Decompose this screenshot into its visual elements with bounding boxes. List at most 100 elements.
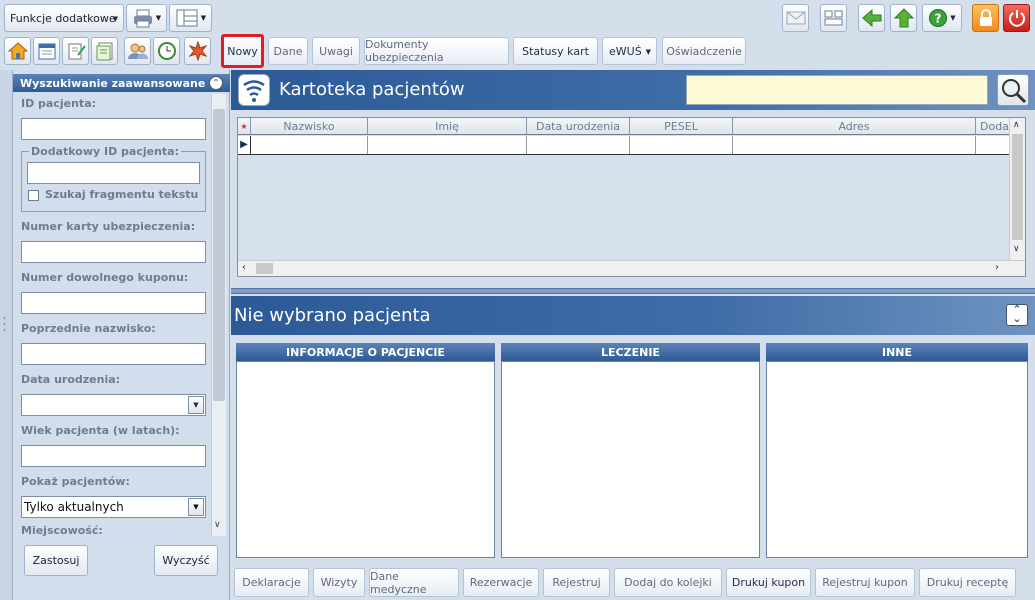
show-patients-value: Tylko aktualnych [24, 500, 124, 514]
dodaj-do-kolejki-button[interactable]: Dodaj do kolejki [614, 568, 722, 597]
collapse-up-icon[interactable]: ⌃ [209, 76, 223, 90]
section-info-body [236, 361, 495, 558]
calendar-button[interactable] [33, 37, 60, 65]
birth-date-select[interactable]: ▼ [21, 394, 206, 416]
col-imie[interactable]: Imię [368, 118, 527, 134]
expand-collapse-icon[interactable]: ⌃ ⌄ [1006, 304, 1028, 326]
tab-dokumenty-ubezpieczenia[interactable]: Dokumenty ubezpieczenia [364, 37, 509, 65]
coupon-input[interactable] [21, 292, 206, 314]
chevron-down-icon: ▼ [200, 14, 207, 22]
clock-refresh-icon [157, 42, 176, 60]
back-button[interactable] [858, 4, 885, 32]
star-button[interactable] [184, 37, 211, 65]
help-dropdown[interactable]: ? ▼ [922, 4, 962, 32]
tab-statusy-kart[interactable]: Statusy kart [513, 37, 598, 65]
layout-dropdown[interactable]: ▼ [169, 4, 212, 32]
power-button[interactable] [1003, 4, 1030, 32]
tab-ewus[interactable]: eWUŚ ▼ [602, 37, 657, 65]
rejestruj-button[interactable]: Rejestruj [543, 568, 610, 597]
up-button[interactable] [890, 4, 917, 32]
keyboard-button[interactable] [820, 4, 847, 32]
show-patients-select[interactable]: Tylko aktualnych ▼ [21, 496, 206, 518]
patients-grid: ★ Nazwisko Imię Data urodzenia PESEL Adr… [237, 117, 1026, 277]
report-icon [96, 42, 112, 61]
mail-button[interactable] [782, 4, 809, 32]
patient-id-input[interactable] [21, 118, 206, 140]
extra-id-input[interactable] [27, 162, 200, 184]
grid-vertical-scrollbar[interactable]: ∧ ∨ [1009, 118, 1025, 260]
search-scrollbar[interactable]: ∨ [211, 94, 226, 536]
documents-button[interactable] [62, 37, 89, 65]
collapse-strip[interactable]: ‹ ‹ ‹ [0, 70, 13, 600]
col-data-urodzenia[interactable]: Data urodzenia [527, 118, 630, 134]
grid-horizontal-scrollbar[interactable]: ‹ › [238, 260, 1025, 276]
coupon-label: Numer dowolnego kuponu: [21, 271, 189, 284]
col-pesel[interactable]: PESEL [630, 118, 733, 134]
rejestruj-kupon-button[interactable]: Rejestruj kupon [815, 568, 915, 597]
fragment-checkbox[interactable] [28, 190, 39, 201]
functions-label: Funkcje dodatkowe [10, 11, 116, 25]
drukuj-kupon-button[interactable]: Drukuj kupon [726, 568, 811, 597]
birth-date-label: Data urodzenia: [21, 373, 121, 386]
previous-name-input[interactable] [21, 343, 206, 365]
calendar-icon [38, 43, 55, 60]
clock-button[interactable] [153, 37, 180, 65]
drukuj-recepte-button[interactable]: Drukuj receptę [919, 568, 1016, 597]
tab-uwagi[interactable]: Uwagi [312, 37, 360, 65]
print-dropdown[interactable]: ▼ [126, 4, 167, 32]
age-input[interactable] [21, 445, 206, 467]
grid-scrollbar-thumb[interactable] [1012, 134, 1023, 240]
functions-dropdown[interactable]: Funkcje dodatkowe ▼ [4, 4, 124, 32]
search-panel-header: Wyszukiwanie zaawansowane ⌃ [13, 74, 230, 92]
scroll-down-icon[interactable]: ∨ [214, 520, 221, 530]
lock-icon [979, 9, 992, 26]
scrollbar-thumb[interactable] [213, 109, 225, 401]
col-dodatkowy[interactable]: Doda [976, 118, 1009, 134]
patients-button[interactable] [124, 37, 151, 65]
section-treatment-header: LECZENIE [501, 343, 760, 361]
reports-button[interactable] [91, 37, 118, 65]
card-index-header: Kartoteka pacjentów [231, 70, 1035, 110]
scroll-right-icon[interactable]: › [995, 262, 999, 273]
age-label: Wiek pacjenta (w latach): [21, 424, 180, 437]
scroll-left-icon[interactable]: ‹ [242, 262, 246, 273]
tab-ewus-label: eWUŚ [609, 44, 642, 58]
patient-search-input[interactable] [686, 75, 988, 105]
wizyty-button[interactable]: Wizyty [313, 568, 365, 597]
splitter[interactable] [231, 288, 1035, 294]
tab-oswiadczenie[interactable]: Oświadczenie [662, 37, 746, 65]
col-adres[interactable]: Adres [733, 118, 976, 134]
printer-icon [133, 9, 152, 28]
scroll-up-icon[interactable]: ∧ [1013, 120, 1020, 130]
svg-text:?: ? [935, 12, 942, 26]
fragment-label: Szukaj fragmentu tekstu [45, 188, 199, 201]
section-treatment-body [501, 361, 760, 558]
apply-button[interactable]: Zastosuj [24, 545, 88, 576]
deklaracje-button[interactable]: Deklaracje [234, 568, 309, 597]
grid-row-new[interactable]: ▶ [238, 136, 1009, 155]
rezerwacje-button[interactable]: Rezerwacje [463, 568, 539, 597]
card-number-input[interactable] [21, 241, 206, 263]
scroll-down-icon[interactable]: ∨ [1013, 244, 1020, 254]
chevron-down-icon[interactable]: ▼ [188, 396, 204, 414]
chevron-down-icon[interactable]: ▼ [188, 498, 204, 516]
dane-medyczne-button[interactable]: Dane medyczne [369, 568, 459, 597]
layout-icon [176, 9, 198, 27]
arrow-up-icon [893, 8, 914, 28]
card-number-label: Numer karty ubezpieczenia: [21, 220, 196, 233]
tab-nowy[interactable]: Nowy [221, 34, 264, 68]
home-icon [7, 42, 28, 60]
search-button[interactable] [997, 74, 1029, 106]
tab-dane[interactable]: Dane [268, 37, 308, 65]
patient-id-label: ID pacjenta: [21, 97, 97, 110]
card-index-title: Kartoteka pacjentów [279, 79, 465, 100]
star-burst-icon [188, 41, 207, 61]
chevron-down-icon: ▼ [112, 15, 118, 23]
lock-button[interactable] [972, 4, 999, 32]
clear-button[interactable]: Wyczyść [154, 545, 218, 576]
patient-header: Nie wybrano pacjenta ⌃ ⌄ [231, 296, 1035, 335]
grid-hscroll-thumb[interactable] [256, 263, 273, 274]
show-patients-label: Pokaż pacjentów: [21, 475, 130, 488]
home-button[interactable] [4, 37, 31, 65]
col-nazwisko[interactable]: Nazwisko [251, 118, 368, 134]
